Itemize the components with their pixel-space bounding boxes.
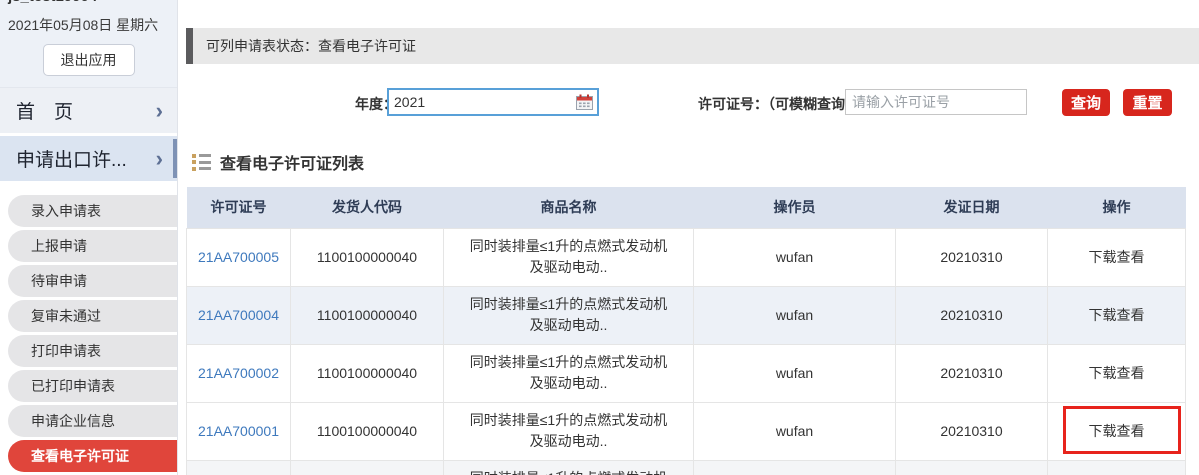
action-cell: 下载查看: [1047, 227, 1186, 287]
operator-cell: wufan: [693, 285, 896, 345]
sidebar-item-home[interactable]: 首 页 ›: [0, 88, 177, 133]
app-window: js_test19904 2021年05月08日 星期六 退出应用 首 页 › …: [0, 0, 1199, 475]
chevron-right-icon: ›: [155, 97, 163, 123]
issue-date-cell: 20210310: [895, 227, 1048, 287]
submenu-item[interactable]: 上报申请: [8, 230, 177, 262]
column-header-issue-date: 发证日期: [895, 187, 1048, 228]
list-title-row: 查看电子许可证列表: [192, 150, 364, 174]
product-name-cell: 同时装排量≤1升的点燃式发动机及驱动电动..: [443, 227, 694, 287]
chevron-right-icon: ›: [155, 145, 163, 171]
license-table-body: 21AA700005 1100100000040 同时装排量≤1升的点燃式发动机…: [186, 227, 1186, 475]
column-header-license: 许可证号: [186, 187, 291, 228]
submenu-item[interactable]: 打印申请表: [8, 335, 177, 367]
issue-date-cell: 20210310: [895, 285, 1048, 345]
license-number-input[interactable]: [845, 89, 1027, 115]
download-view-link[interactable]: 下载查看: [1089, 307, 1145, 323]
active-indicator-bar: [173, 139, 177, 178]
product-name-cell: 同时装排量≤1升的点燃式发动机及驱动电动..: [443, 459, 694, 475]
submenu-item[interactable]: 待审申请: [8, 265, 177, 297]
download-view-link[interactable]: 下载查看: [1089, 365, 1145, 381]
product-name-cell: 同时装排量≤1升的点燃式发动机及驱动电动..: [443, 285, 694, 345]
license-link[interactable]: 21AA700005: [198, 249, 279, 265]
list-title: 查看电子许可证列表: [220, 156, 365, 173]
license-link[interactable]: 21AA700001: [198, 423, 279, 439]
sidebar-item-export-license[interactable]: 申请出口许... ›: [0, 136, 177, 181]
column-header-operator: 操作员: [693, 187, 896, 228]
date-label: 2021年05月08日 星期六: [8, 17, 159, 33]
submenu-item[interactable]: 录入申请表: [8, 195, 177, 227]
calendar-icon[interactable]: [576, 94, 593, 110]
sidebar: js_test19904 2021年05月08日 星期六 退出应用 首 页 › …: [0, 0, 178, 475]
filter-area: 年度： 许可证号：（可模糊查询） 查询 重置: [186, 88, 1199, 116]
submenu-item[interactable]: 申请企业信息: [8, 405, 177, 437]
table-row: 21AA700005 1100100000040 同时装排量≤1升的点燃式发动机…: [186, 227, 1186, 287]
table-row: 同时装排量≤1升的点燃式发动机及驱动电动..: [186, 459, 1186, 475]
license-number-cell: [186, 459, 291, 475]
reset-button[interactable]: 重置: [1123, 89, 1172, 116]
sidebar-item-export-license-label: 申请出口许...: [16, 150, 127, 171]
column-header-product-name: 商品名称: [443, 187, 694, 228]
issue-date-cell: 20210310: [895, 343, 1048, 403]
submenu-item[interactable]: 复审未通过: [8, 300, 177, 332]
sidebar-submenu: 录入申请表 上报申请 待审申请 复审未通过 打印申请表 已打印申请表 申请企业信息 查看电子许…: [0, 181, 177, 472]
product-name-cell: 同时装排量≤1升的点燃式发动机及驱动电动..: [443, 401, 694, 461]
operator-cell: wufan: [693, 343, 896, 403]
license-number-cell: 21AA700001: [186, 401, 291, 461]
action-cell: 下载查看: [1047, 401, 1186, 461]
license-table: 许可证号 发货人代码 商品名称 操作员 发证日期 操作 21AA700005 1…: [186, 187, 1186, 475]
table-header-row: 许可证号 发货人代码 商品名称 操作员 发证日期 操作: [186, 187, 1186, 228]
status-text: 可列申请表状态：查看电子许可证: [206, 38, 416, 54]
license-link[interactable]: 21AA700004: [198, 307, 279, 323]
submenu-item[interactable]: 已打印申请表: [8, 370, 177, 402]
submenu-item[interactable]: 查看电子许可证: [8, 440, 177, 472]
list-icon: [192, 153, 211, 171]
license-link[interactable]: 21AA700002: [198, 365, 279, 381]
shipper-code-cell: 1100100000040: [290, 285, 444, 345]
user-panel: js_test19904 2021年05月08日 星期六 退出应用: [0, 0, 177, 88]
status-bar: 可列申请表状态：查看电子许可证: [186, 28, 1199, 64]
license-number-cell: 21AA700002: [186, 343, 291, 403]
operator-cell: [693, 459, 896, 475]
shipper-code-cell: 1100100000040: [290, 343, 444, 403]
year-input[interactable]: [389, 94, 564, 110]
column-header-shipper-code: 发货人代码: [290, 187, 444, 228]
main-content: 可列申请表状态：查看电子许可证 年度： 许可证号：（可模糊查询）: [186, 0, 1199, 475]
download-view-link[interactable]: 下载查看: [1089, 249, 1145, 265]
shipper-code-cell: [290, 459, 444, 475]
issue-date-cell: [895, 459, 1048, 475]
action-cell: 下载查看: [1047, 285, 1186, 345]
table-row: 21AA700002 1100100000040 同时装排量≤1升的点燃式发动机…: [186, 343, 1186, 403]
operator-cell: wufan: [693, 227, 896, 287]
shipper-code-cell: 1100100000040: [290, 227, 444, 287]
shipper-code-cell: 1100100000040: [290, 401, 444, 461]
logout-button[interactable]: 退出应用: [42, 44, 135, 76]
year-field-wrap: [387, 88, 599, 116]
product-name-cell: 同时装排量≤1升的点燃式发动机及驱动电动..: [443, 343, 694, 403]
query-button[interactable]: 查询: [1062, 89, 1110, 116]
column-header-action: 操作: [1047, 187, 1186, 228]
action-cell: 下载查看: [1047, 343, 1186, 403]
sidebar-item-home-label: 首 页: [16, 102, 74, 123]
issue-date-cell: 20210310: [895, 401, 1048, 461]
table-row: 21AA700004 1100100000040 同时装排量≤1升的点燃式发动机…: [186, 285, 1186, 345]
license-number-cell: 21AA700004: [186, 285, 291, 345]
license-table-wrap: 许可证号 发货人代码 商品名称 操作员 发证日期 操作 21AA700005 1…: [186, 187, 1186, 475]
license-number-cell: 21AA700005: [186, 227, 291, 287]
download-view-link[interactable]: 下载查看: [1089, 423, 1145, 439]
license-number-label: 许可证号：（可模糊查询）: [698, 96, 859, 112]
table-row: 21AA700001 1100100000040 同时装排量≤1升的点燃式发动机…: [186, 401, 1186, 461]
operator-cell: wufan: [693, 401, 896, 461]
action-cell: [1047, 459, 1186, 475]
